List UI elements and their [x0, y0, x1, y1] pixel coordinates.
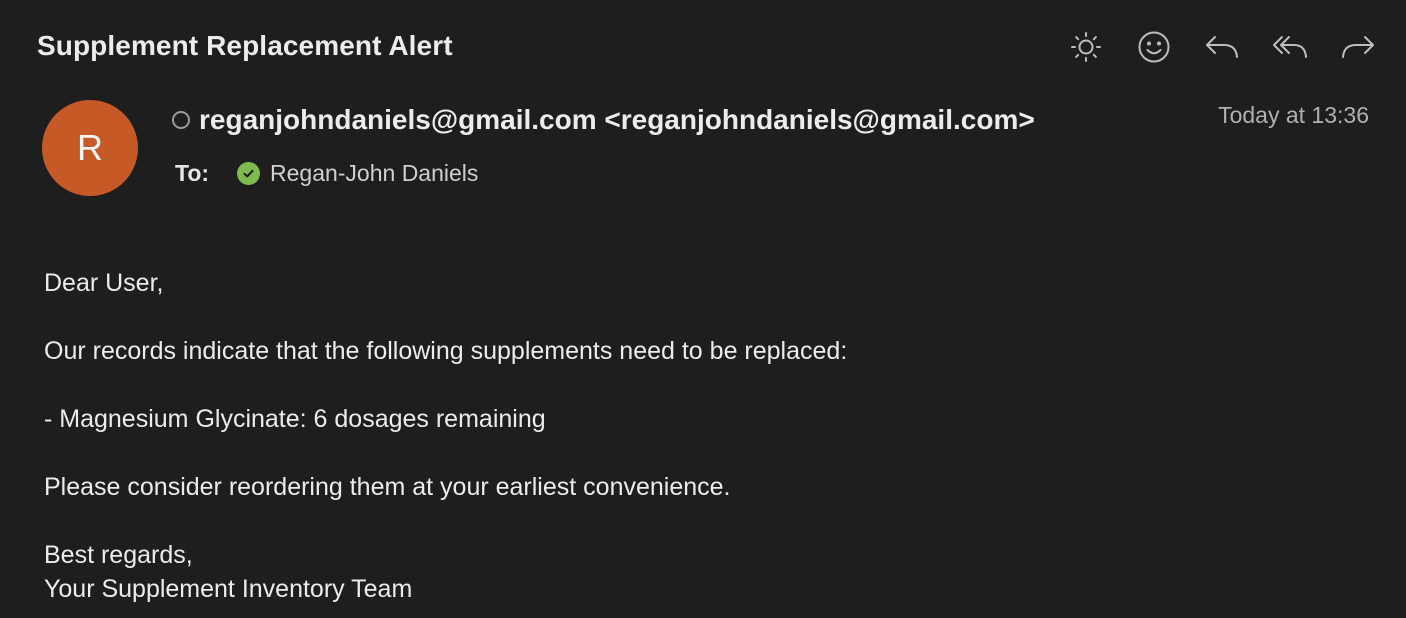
body-line: Our records indicate that the following … — [44, 337, 848, 365]
recipient-row: To: Regan-John Daniels — [175, 160, 478, 187]
emoji-button[interactable] — [1136, 28, 1172, 66]
supplement-item: - Magnesium Glycinate: 6 dosages remaini… — [44, 405, 546, 433]
emoji-icon — [1138, 31, 1170, 63]
sender-row: reganjohndaniels@gmail.com <reganjohndan… — [172, 104, 1035, 136]
brightness-icon — [1071, 32, 1101, 62]
greeting: Dear User, — [44, 269, 164, 297]
avatar[interactable]: R — [42, 100, 138, 196]
body-line: Please consider reordering them at your … — [44, 473, 731, 501]
email-subject: Supplement Replacement Alert — [37, 30, 453, 61]
email-body: Dear User, Our records indicate that the… — [44, 266, 847, 606]
signature: Your Supplement Inventory Team — [44, 575, 413, 603]
email-timestamp: Today at 13:36 — [1218, 102, 1369, 128]
forward-icon — [1342, 36, 1374, 58]
brightness-button[interactable] — [1068, 28, 1104, 66]
message-toolbar — [1068, 28, 1376, 66]
sender-address[interactable]: reganjohndaniels@gmail.com <reganjohndan… — [199, 104, 1035, 136]
recipient-name[interactable]: Regan-John Daniels — [270, 160, 478, 187]
email-viewer: Supplement Replacement Alert R reganjohn… — [0, 0, 1406, 618]
reply-all-button[interactable] — [1272, 28, 1308, 66]
reply-icon — [1206, 36, 1238, 58]
status-circle-icon — [172, 111, 190, 129]
to-label: To: — [175, 160, 210, 186]
reply-all-icon — [1273, 36, 1307, 58]
reply-button[interactable] — [1204, 28, 1240, 66]
verified-check-icon — [237, 162, 260, 185]
signoff: Best regards, — [44, 541, 193, 569]
forward-button[interactable] — [1340, 28, 1376, 66]
